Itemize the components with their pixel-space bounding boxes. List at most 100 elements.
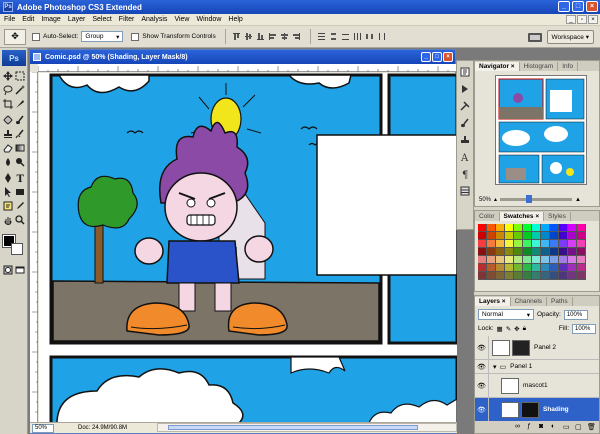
swatch[interactable] — [487, 248, 496, 256]
swatch[interactable] — [541, 272, 550, 280]
eye-icon[interactable]: 👁︎ — [475, 359, 489, 374]
menu-filter[interactable]: Filter — [119, 16, 135, 23]
swatch[interactable] — [523, 232, 532, 240]
swatch[interactable] — [568, 256, 577, 264]
eraser-tool-icon[interactable] — [2, 142, 14, 154]
swatch[interactable] — [496, 264, 505, 272]
distribute-right-icon[interactable] — [377, 32, 387, 42]
path-selection-tool-icon[interactable] — [2, 186, 14, 198]
swatch[interactable] — [550, 248, 559, 256]
swatch[interactable] — [577, 224, 586, 232]
title-bar[interactable]: Ps Adobe Photoshop CS3 Extended _ □ × — [0, 0, 600, 14]
swatch[interactable] — [496, 272, 505, 280]
clone-stamp-tool-icon[interactable] — [2, 128, 14, 140]
distribute-hcenter-icon[interactable] — [365, 32, 375, 42]
swatch[interactable] — [550, 224, 559, 232]
vertical-ruler[interactable] — [30, 71, 38, 423]
layer-comps-panel-icon[interactable] — [459, 185, 471, 197]
swatch[interactable] — [541, 240, 550, 248]
swatch[interactable] — [541, 256, 550, 264]
swatch[interactable] — [568, 264, 577, 272]
chevron-down-icon[interactable]: ▾ — [493, 363, 497, 371]
move-tool-preset-icon[interactable]: ✥ — [4, 28, 26, 45]
tab-swatches[interactable]: Swatches × — [499, 212, 545, 221]
swatch[interactable] — [514, 224, 523, 232]
swatch[interactable] — [514, 240, 523, 248]
swatch[interactable] — [577, 240, 586, 248]
swatch[interactable] — [514, 272, 523, 280]
blend-mode-dropdown[interactable]: Normal ▾ — [478, 309, 534, 320]
swatch[interactable] — [550, 264, 559, 272]
canvas[interactable] — [39, 73, 457, 423]
swatch[interactable] — [568, 232, 577, 240]
distribute-left-icon[interactable] — [353, 32, 363, 42]
dodge-tool-icon[interactable] — [14, 156, 26, 168]
gradient-tool-icon[interactable] — [14, 142, 26, 154]
auto-select-checkbox[interactable] — [32, 32, 40, 41]
swatch[interactable] — [505, 232, 514, 240]
swatch[interactable] — [541, 232, 550, 240]
doc-window-close-button[interactable]: × — [443, 52, 453, 62]
menu-edit[interactable]: Edit — [22, 16, 34, 23]
history-brush-tool-icon[interactable] — [14, 128, 26, 140]
swatch[interactable] — [559, 224, 568, 232]
distribute-vcenter-icon[interactable] — [329, 32, 339, 42]
swatch[interactable] — [496, 240, 505, 248]
tab-info[interactable]: Info — [558, 62, 579, 71]
minimize-button[interactable]: _ — [558, 1, 570, 12]
pen-tool-icon[interactable] — [2, 172, 14, 184]
swatch[interactable] — [523, 264, 532, 272]
swatch[interactable] — [541, 264, 550, 272]
swatch[interactable] — [550, 240, 559, 248]
tab-histogram[interactable]: Histogram — [520, 62, 559, 71]
swatch[interactable] — [505, 224, 514, 232]
new-group-icon[interactable]: ▭ — [563, 423, 571, 431]
swatch[interactable] — [514, 256, 523, 264]
align-bottom-icon[interactable] — [256, 32, 266, 42]
swatch[interactable] — [514, 232, 523, 240]
zoom-field[interactable]: 50% — [32, 423, 54, 433]
swatch[interactable] — [541, 224, 550, 232]
hand-tool-icon[interactable] — [2, 214, 14, 226]
swatch[interactable] — [505, 248, 514, 256]
slice-tool-icon[interactable] — [14, 98, 26, 110]
swatch[interactable] — [523, 240, 532, 248]
lock-transparent-icon[interactable]: ▦ — [497, 325, 503, 333]
swatch[interactable] — [478, 264, 487, 272]
swatch[interactable] — [568, 272, 577, 280]
swatch[interactable] — [478, 272, 487, 280]
scroll-thumb[interactable] — [168, 425, 418, 430]
swatch[interactable] — [532, 240, 541, 248]
doc-minimize-button[interactable]: _ — [566, 15, 576, 24]
eyedropper-tool-icon[interactable] — [14, 200, 26, 212]
swatch[interactable] — [523, 224, 532, 232]
align-right-icon[interactable] — [292, 32, 302, 42]
swatch[interactable] — [496, 248, 505, 256]
menu-file[interactable]: File — [4, 16, 15, 23]
swatch[interactable] — [496, 232, 505, 240]
swatch[interactable] — [559, 256, 568, 264]
swatch[interactable] — [532, 264, 541, 272]
layer-row-mascot1[interactable]: 👁︎ mascot1 — [475, 373, 599, 398]
tool-presets-panel-icon[interactable] — [459, 100, 471, 112]
opacity-field[interactable]: 100% — [563, 309, 588, 320]
swatch[interactable] — [568, 248, 577, 256]
swatch[interactable] — [550, 256, 559, 264]
shape-tool-icon[interactable] — [14, 186, 26, 198]
swatch[interactable] — [487, 240, 496, 248]
brushes-panel-icon[interactable] — [459, 117, 471, 129]
crop-tool-icon[interactable] — [2, 98, 14, 110]
menu-layer[interactable]: Layer — [68, 16, 86, 23]
quick-mask-icon[interactable] — [2, 264, 14, 276]
history-panel-icon[interactable] — [459, 66, 471, 78]
healing-brush-tool-icon[interactable] — [2, 114, 14, 126]
horizontal-scrollbar[interactable] — [157, 423, 457, 432]
layer-style-icon[interactable]: ƒ — [527, 423, 535, 431]
swatch[interactable] — [505, 256, 514, 264]
lock-all-icon[interactable]: 🔒︎ — [523, 325, 526, 333]
eye-icon[interactable]: 👁︎ — [475, 397, 489, 422]
swatch[interactable] — [559, 240, 568, 248]
swatch[interactable] — [550, 272, 559, 280]
swatch[interactable] — [532, 256, 541, 264]
tab-navigator[interactable]: Navigator × — [475, 62, 520, 71]
